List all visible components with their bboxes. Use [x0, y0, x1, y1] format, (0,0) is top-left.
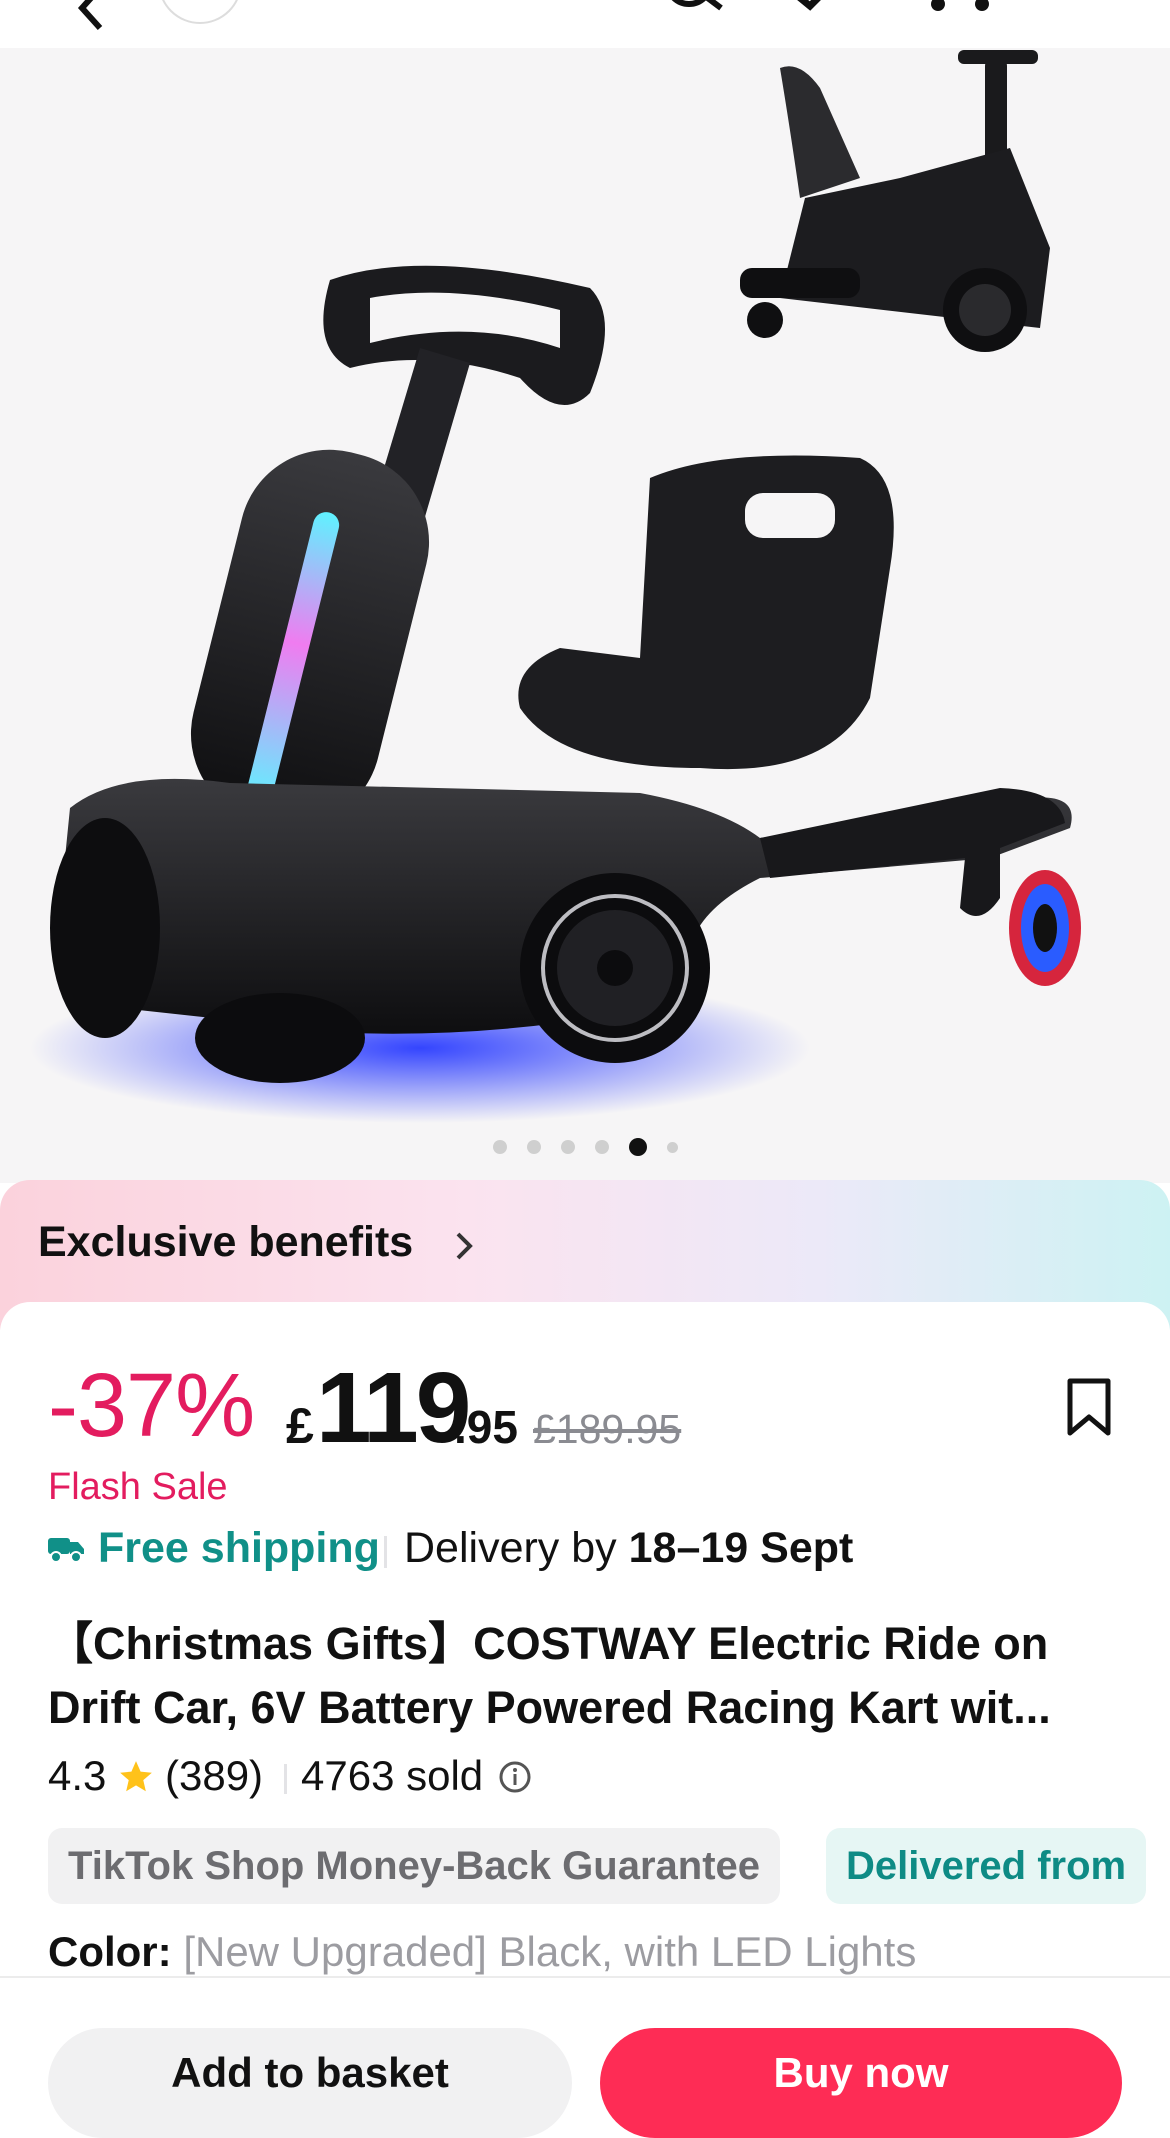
color-label: Color: — [48, 1928, 172, 1975]
more-icon[interactable] — [920, 0, 1000, 18]
carousel-dot[interactable] — [666, 1141, 678, 1153]
original-price: £189.95 — [533, 1406, 682, 1452]
product-photo — [30, 50, 1081, 1123]
truck-icon — [48, 1538, 84, 1563]
bookmark-icon[interactable] — [1064, 1377, 1114, 1439]
add-to-basket-button[interactable]: Add to basket — [48, 2028, 572, 2138]
carousel-dot[interactable] — [492, 1140, 507, 1154]
color-selector[interactable]: Color: [New Upgraded] Black, with LED Li… — [48, 1928, 916, 1976]
bottom-action-bar: Add to basket Buy now — [0, 1976, 1170, 2138]
rating-value: 4.3 — [48, 1752, 107, 1799]
service-tags: TikTok Shop Money-Back Guarantee Deliver… — [48, 1828, 1170, 1904]
buy-now-button[interactable]: Buy now — [600, 2028, 1122, 2138]
price-integer: 119 — [316, 1352, 471, 1464]
review-count: (389) — [165, 1752, 264, 1799]
sold-count: 4763 sold — [301, 1752, 484, 1799]
money-back-guarantee-tag[interactable]: TikTok Shop Money-Back Guarantee — [48, 1828, 781, 1904]
carousel-indicator — [0, 1138, 1170, 1156]
back-icon[interactable] — [70, 0, 110, 38]
search-icon[interactable] — [655, 0, 735, 18]
carousel-dot[interactable] — [594, 1140, 609, 1154]
product-title: 【Christmas Gifts】COSTWAY Electric Ride o… — [48, 1618, 1051, 1733]
top-bar — [0, 0, 1170, 48]
free-shipping-label: Free shipping — [98, 1524, 380, 1572]
carousel-dot-active[interactable] — [628, 1138, 647, 1156]
divider — [284, 1764, 287, 1794]
divider — [384, 1536, 387, 1568]
delivery-dates: 18–19 Sept — [628, 1524, 854, 1572]
carousel-dot[interactable] — [526, 1140, 541, 1154]
discount-percent: -37% — [48, 1356, 255, 1456]
star-icon — [120, 1761, 152, 1792]
share-icon[interactable] — [780, 0, 850, 18]
flash-sale-label: Flash Sale — [48, 1466, 228, 1508]
avatar[interactable] — [158, 0, 242, 24]
delivered-from-tag[interactable]: Delivered from — [826, 1828, 1147, 1904]
color-value: [New Upgraded] Black, with LED Lights — [183, 1928, 917, 1975]
info-icon[interactable] — [498, 1760, 532, 1794]
chevron-right-icon — [456, 1232, 473, 1260]
delivery-estimate: Delivery by 18–19 Sept — [404, 1524, 854, 1572]
exclusive-benefits-label: Exclusive benefits — [38, 1218, 414, 1266]
inset-kart — [740, 50, 1050, 352]
price-decimal: .95 — [454, 1401, 518, 1453]
price-currency: £ — [286, 1398, 314, 1454]
product-image-carousel[interactable] — [0, 48, 1170, 1183]
carousel-dot[interactable] — [560, 1140, 575, 1154]
